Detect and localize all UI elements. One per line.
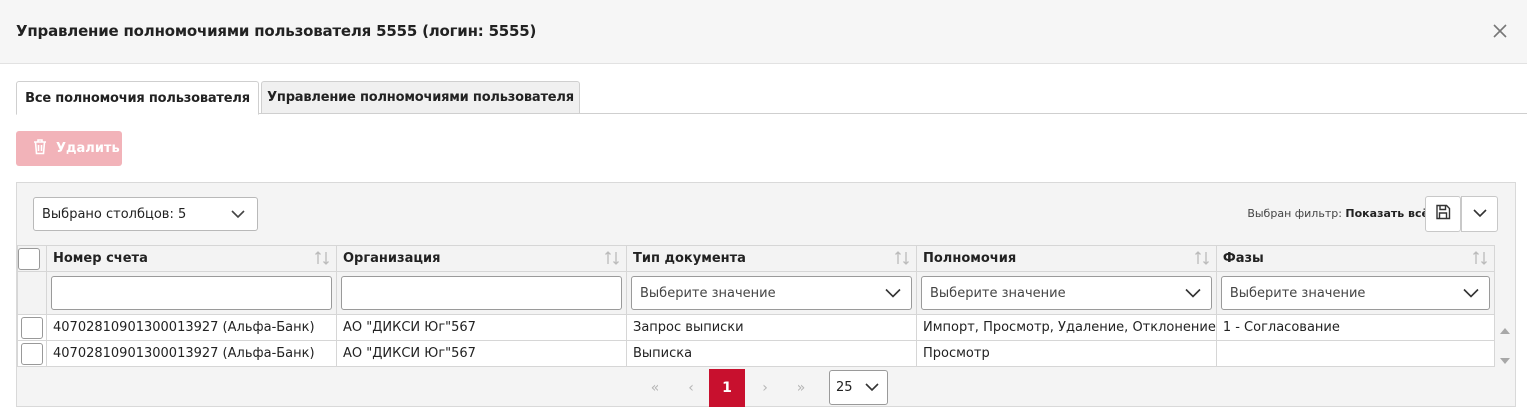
- table-row[interactable]: 40702810901300013927 (Альфа-Банк) АО "ДИ…: [17, 314, 1496, 341]
- row-checkbox[interactable]: [21, 316, 43, 339]
- cell-phases: 1 - Согласование: [1215, 314, 1496, 341]
- filter-menu-button[interactable]: [1461, 196, 1498, 232]
- save-filter-button[interactable]: [1425, 196, 1461, 232]
- filter-cell-account: [46, 271, 337, 315]
- permissions-table: Номер счета Организация Тип документа По…: [17, 245, 1496, 367]
- cell-account: 40702810901300013927 (Альфа-Банк): [46, 340, 337, 367]
- cell-organization: АО "ДИКСИ Юг"567: [336, 314, 627, 341]
- delete-button[interactable]: Удалить: [16, 131, 122, 166]
- last-page-button[interactable]: »: [783, 369, 819, 407]
- column-header-label: Фазы: [1222, 251, 1264, 266]
- column-header-phases[interactable]: Фазы: [1215, 245, 1496, 272]
- account-filter-input[interactable]: [51, 276, 332, 310]
- page-size-value: 25: [836, 380, 853, 395]
- cell-permissions: Просмотр: [916, 340, 1217, 367]
- column-header-permissions[interactable]: Полномочия: [916, 245, 1217, 272]
- cell-doc-type: Выписка: [626, 340, 917, 367]
- filter-row: Выберите значение Выберите значение Выбе…: [17, 271, 1496, 315]
- filter-cell-doc-type: Выберите значение: [626, 271, 917, 315]
- filter-cell-phases: Выберите значение: [1215, 271, 1496, 315]
- select-all-checkbox[interactable]: [18, 247, 40, 270]
- doc-type-filter-select[interactable]: Выберите значение: [631, 276, 912, 310]
- filter-value: Показать всё: [1345, 207, 1429, 220]
- scroll-down-icon[interactable]: [1500, 353, 1510, 368]
- column-header-label: Номер счета: [53, 251, 148, 266]
- grid-panel: Выбрано столбцов: 5 Выбран фильтр: Показ…: [16, 182, 1516, 407]
- prev-page-button[interactable]: ‹: [673, 369, 709, 407]
- filter-placeholder: Выберите значение: [640, 285, 776, 301]
- cell-doc-type: Запрос выписки: [626, 314, 917, 341]
- column-header-organization[interactable]: Организация: [336, 245, 627, 272]
- column-header-account[interactable]: Номер счета: [46, 245, 337, 272]
- cell-account: 40702810901300013927 (Альфа-Банк): [46, 314, 337, 341]
- current-page-button[interactable]: 1: [709, 369, 745, 407]
- column-header-label: Полномочия: [923, 251, 1017, 266]
- save-icon: [1435, 204, 1451, 224]
- sort-icon[interactable]: [1472, 250, 1488, 270]
- first-page-button[interactable]: «: [637, 369, 673, 407]
- filter-cell-permissions: Выберите значение: [916, 271, 1217, 315]
- sort-icon[interactable]: [894, 250, 910, 270]
- row-checkbox[interactable]: [21, 342, 43, 365]
- next-page-button[interactable]: ›: [747, 369, 783, 407]
- filter-cell-organization: [336, 271, 627, 315]
- tab-manage-permissions[interactable]: Управление полномочиями пользователя: [261, 81, 580, 114]
- chevron-down-icon: [865, 381, 879, 396]
- columns-select[interactable]: Выбрано столбцов: 5: [33, 197, 258, 231]
- sort-icon[interactable]: [314, 250, 330, 270]
- phases-filter-select[interactable]: Выберите значение: [1220, 276, 1490, 310]
- delete-button-label: Удалить: [56, 141, 120, 156]
- dialog-header: Управление полномочиями пользователя 555…: [0, 0, 1527, 64]
- column-header-label: Тип документа: [633, 251, 746, 266]
- dialog-title: Управление полномочиями пользователя 555…: [16, 22, 537, 40]
- sort-icon[interactable]: [1194, 250, 1210, 270]
- filter-placeholder: Выберите значение: [1229, 285, 1366, 301]
- tab-bar: Все полномочия пользователя Управление п…: [16, 81, 1527, 115]
- header-row: Номер счета Организация Тип документа По…: [17, 245, 1496, 272]
- sort-icon[interactable]: [604, 250, 620, 270]
- column-header-label: Организация: [343, 251, 441, 266]
- close-icon[interactable]: [1489, 20, 1511, 42]
- row-checkbox-cell: [17, 340, 47, 367]
- scroll-up-icon[interactable]: [1500, 323, 1510, 338]
- tab-all-permissions[interactable]: Все полномочия пользователя: [16, 81, 259, 115]
- chevron-down-icon: [231, 208, 245, 223]
- chevron-down-icon: [1185, 287, 1201, 302]
- organization-filter-input[interactable]: [341, 276, 622, 310]
- cell-organization: АО "ДИКСИ Юг"567: [336, 340, 627, 367]
- filter-prefix: Выбран фильтр:: [1247, 207, 1342, 220]
- permissions-filter-select[interactable]: Выберите значение: [921, 276, 1212, 310]
- filter-info: Выбран фильтр: Показать всё: [1247, 207, 1429, 220]
- filter-placeholder: Выберите значение: [930, 285, 1066, 301]
- page-size-select[interactable]: 25: [829, 370, 888, 405]
- columns-select-value: Выбрано столбцов: 5: [42, 206, 187, 222]
- chevron-down-icon: [885, 287, 901, 302]
- cell-phases: [1215, 340, 1496, 367]
- column-header-doc-type[interactable]: Тип документа: [626, 245, 917, 272]
- filter-cell-empty: [17, 271, 47, 315]
- table-row[interactable]: 40702810901300013927 (Альфа-Банк) АО "ДИ…: [17, 340, 1496, 367]
- pagination: « ‹ 1 › » 25: [17, 369, 1495, 407]
- cell-permissions: Импорт, Просмотр, Удаление, Отклонение: [916, 314, 1217, 341]
- select-all-cell: [17, 245, 47, 272]
- chevron-down-icon: [1472, 207, 1487, 222]
- row-checkbox-cell: [17, 314, 47, 341]
- trash-icon: [32, 138, 48, 159]
- chevron-down-icon: [1463, 287, 1479, 302]
